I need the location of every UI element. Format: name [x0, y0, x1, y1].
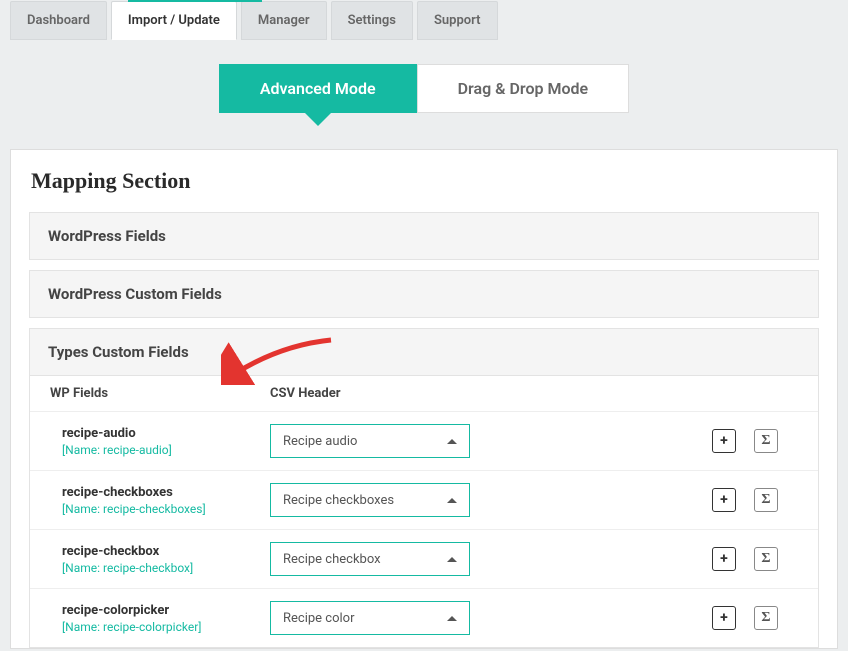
formula-button[interactable]: Σ — [754, 547, 778, 571]
formula-button[interactable]: Σ — [754, 606, 778, 630]
formula-button[interactable]: Σ — [754, 488, 778, 512]
wp-field-label: recipe-audio — [62, 426, 270, 441]
wp-field-name: [Name: recipe-colorpicker] — [62, 620, 270, 634]
mode-drag-drop[interactable]: Drag & Drop Mode — [417, 64, 630, 113]
add-button[interactable]: + — [712, 547, 736, 571]
mode-advanced[interactable]: Advanced Mode — [219, 64, 417, 113]
select-value: Recipe audio — [283, 434, 357, 449]
section-wordpress-custom-fields[interactable]: WordPress Custom Fields — [29, 270, 819, 318]
chevron-up-icon — [447, 616, 457, 621]
section-wordpress-fields[interactable]: WordPress Fields — [29, 212, 819, 260]
select-value: Recipe checkboxes — [283, 493, 394, 508]
tab-support[interactable]: Support — [417, 1, 498, 40]
tabs-bar: Dashboard Import / Update Manager Settin… — [0, 0, 848, 40]
select-value: Recipe checkbox — [283, 552, 381, 567]
chevron-up-icon — [447, 498, 457, 503]
add-button[interactable]: + — [712, 606, 736, 630]
csv-header-select[interactable]: Recipe color — [270, 601, 470, 635]
column-headers: WP Fields CSV Header — [30, 376, 818, 411]
chevron-up-icon — [447, 439, 457, 444]
mode-bar: Advanced Mode Drag & Drop Mode — [0, 64, 848, 113]
wp-field-label: recipe-colorpicker — [62, 603, 270, 618]
section-types-custom-fields: Types Custom Fields WP Fields CSV Header… — [29, 328, 819, 648]
tab-manager[interactable]: Manager — [241, 1, 327, 40]
col-header-csv: CSV Header — [270, 386, 510, 401]
mapping-panel: Mapping Section WordPress Fields WordPre… — [10, 149, 838, 649]
wp-field-label: recipe-checkbox — [62, 544, 270, 559]
add-button[interactable]: + — [712, 488, 736, 512]
wp-field-name: [Name: recipe-checkbox] — [62, 561, 270, 575]
csv-header-select[interactable]: Recipe checkboxes — [270, 483, 470, 517]
tab-settings[interactable]: Settings — [331, 1, 413, 40]
tab-import-update[interactable]: Import / Update — [111, 1, 237, 40]
wp-field-name: [Name: recipe-audio] — [62, 443, 270, 457]
section-types-header[interactable]: Types Custom Fields — [30, 329, 818, 376]
formula-button[interactable]: Σ — [754, 429, 778, 453]
page-title: Mapping Section — [11, 168, 837, 212]
chevron-up-icon — [447, 557, 457, 562]
col-header-wp: WP Fields — [50, 386, 270, 401]
table-row: recipe-checkbox [Name: recipe-checkbox] … — [30, 529, 818, 588]
wp-field-name: [Name: recipe-checkboxes] — [62, 502, 270, 516]
wp-field-label: recipe-checkboxes — [62, 485, 270, 500]
csv-header-select[interactable]: Recipe checkbox — [270, 542, 470, 576]
select-value: Recipe color — [283, 611, 355, 626]
tab-dashboard[interactable]: Dashboard — [10, 1, 107, 40]
csv-header-select[interactable]: Recipe audio — [270, 424, 470, 458]
table-row: recipe-checkboxes [Name: recipe-checkbox… — [30, 470, 818, 529]
table-row: recipe-colorpicker [Name: recipe-colorpi… — [30, 588, 818, 647]
add-button[interactable]: + — [712, 429, 736, 453]
table-row: recipe-audio [Name: recipe-audio] Recipe… — [30, 411, 818, 470]
